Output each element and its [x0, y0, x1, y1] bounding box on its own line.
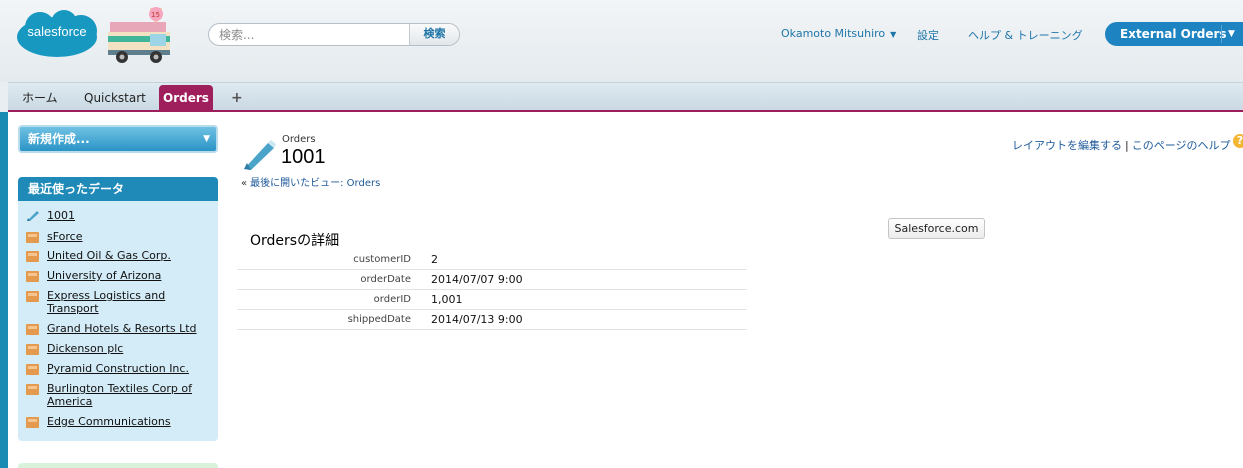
global-header: salesforce 15 検索 Okamoto Mitsuhiro ▼ 設定 ヘ… — [0, 0, 1243, 82]
tab-quickstart[interactable]: Quickstart — [84, 88, 146, 111]
logo-text: salesforce — [27, 24, 87, 39]
recent-item-label: Edge Communications — [47, 415, 171, 428]
ice-cream-truck-icon: 15 — [104, 4, 180, 66]
field-value: 2 — [431, 253, 438, 266]
recent-item-label: sForce — [47, 230, 83, 243]
search-input[interactable] — [209, 24, 411, 45]
recent-item-label: Pyramid Construction Inc. — [47, 362, 189, 375]
account-icon — [26, 323, 40, 335]
back-link-label: 最後に開いたビュー: Orders — [250, 178, 381, 189]
field-label: shippedDate — [347, 314, 411, 325]
global-search: 検索 — [208, 23, 460, 46]
create-new-label: 新規作成... — [28, 132, 90, 146]
account-icon — [26, 231, 40, 243]
edit-layout-link[interactable]: レイアウトを編集する — [1012, 139, 1122, 152]
recent-items-list: 1001 sForce United Oil & Gas Corp. Unive… — [18, 201, 218, 441]
account-icon — [26, 416, 40, 428]
account-icon — [26, 363, 40, 375]
recent-item-label: Dickenson plc — [47, 342, 124, 355]
detail-row: orderDate 2014/07/07 9:00 — [237, 270, 747, 290]
app-switcher-button[interactable]: External Orders ▼ — [1105, 22, 1243, 46]
page-help-links: レイアウトを編集する | このページのヘルプ — [1012, 137, 1231, 153]
recent-item-label: 1001 — [47, 209, 75, 222]
account-icon — [26, 270, 40, 282]
account-icon — [26, 250, 40, 262]
account-icon — [26, 383, 40, 395]
help-training-link[interactable]: ヘルプ & トレーニング — [968, 27, 1083, 43]
recent-item-label: Burlington Textiles Corp of America — [47, 382, 192, 408]
chevron-down-icon: ▼ — [890, 30, 897, 39]
recent-item-label: Express Logistics and Transport — [47, 289, 166, 315]
salesforce-logo[interactable]: salesforce — [14, 10, 100, 60]
detail-row: shippedDate 2014/07/13 9:00 — [237, 310, 747, 330]
settings-link[interactable]: 設定 — [917, 27, 939, 43]
tab-bar: ホーム Quickstart Orders + — [8, 82, 1243, 112]
tab-orders[interactable]: Orders — [159, 85, 213, 111]
page-title: 1001 — [281, 146, 326, 168]
order-record-icon — [241, 138, 277, 172]
sidebar-collapse-handle[interactable] — [0, 112, 8, 468]
detail-row: customerID 2 — [237, 250, 747, 270]
section-title: Ordersの詳細 — [250, 233, 340, 249]
help-icon[interactable]: ? — [1233, 134, 1243, 148]
chevron-down-icon: ▼ — [1228, 29, 1235, 39]
svg-text:15: 15 — [151, 11, 160, 19]
tab-home[interactable]: ホーム — [22, 88, 58, 111]
divider: | — [1125, 139, 1129, 152]
field-label: orderID — [373, 294, 411, 305]
chevron-down-icon: ▼ — [203, 134, 210, 144]
app-switcher-label: External Orders — [1120, 27, 1227, 41]
recent-item-label: Grand Hotels & Resorts Ltd — [47, 322, 197, 335]
account-icon — [26, 343, 40, 355]
salesforce-com-button[interactable]: Salesforce.com — [888, 218, 985, 239]
field-value: 2014/07/13 9:00 — [431, 313, 523, 326]
field-value: 2014/07/07 9:00 — [431, 273, 523, 286]
detail-row: orderID 1,001 — [237, 290, 747, 310]
user-menu[interactable]: Okamoto Mitsuhiro ▼ — [781, 27, 896, 40]
sidebar-next-panel — [18, 463, 218, 468]
detail-table: customerID 2 orderDate 2014/07/07 9:00 o… — [237, 250, 747, 330]
back-to-list-link[interactable]: «最後に開いたビュー: Orders — [241, 174, 380, 189]
double-chevron-left-icon: « — [241, 178, 248, 189]
field-label: customerID — [353, 254, 411, 265]
field-label: orderDate — [360, 274, 411, 285]
object-type-label: Orders — [282, 134, 316, 145]
page-help-link[interactable]: このページのヘルプ — [1132, 139, 1231, 152]
field-value: 1,001 — [431, 293, 463, 306]
recent-item-label: United Oil & Gas Corp. — [47, 249, 171, 262]
order-icon — [26, 210, 40, 222]
account-icon — [26, 290, 40, 302]
user-name: Okamoto Mitsuhiro — [781, 27, 886, 40]
create-new-dropdown[interactable]: 新規作成... ▼ — [18, 125, 218, 153]
recent-item-label: University of Arizona — [47, 269, 162, 282]
add-tab-button[interactable]: + — [231, 88, 243, 111]
search-button[interactable]: 検索 — [409, 24, 459, 45]
divider — [1221, 25, 1222, 43]
recent-items-header: 最近使ったデータ — [18, 177, 218, 201]
